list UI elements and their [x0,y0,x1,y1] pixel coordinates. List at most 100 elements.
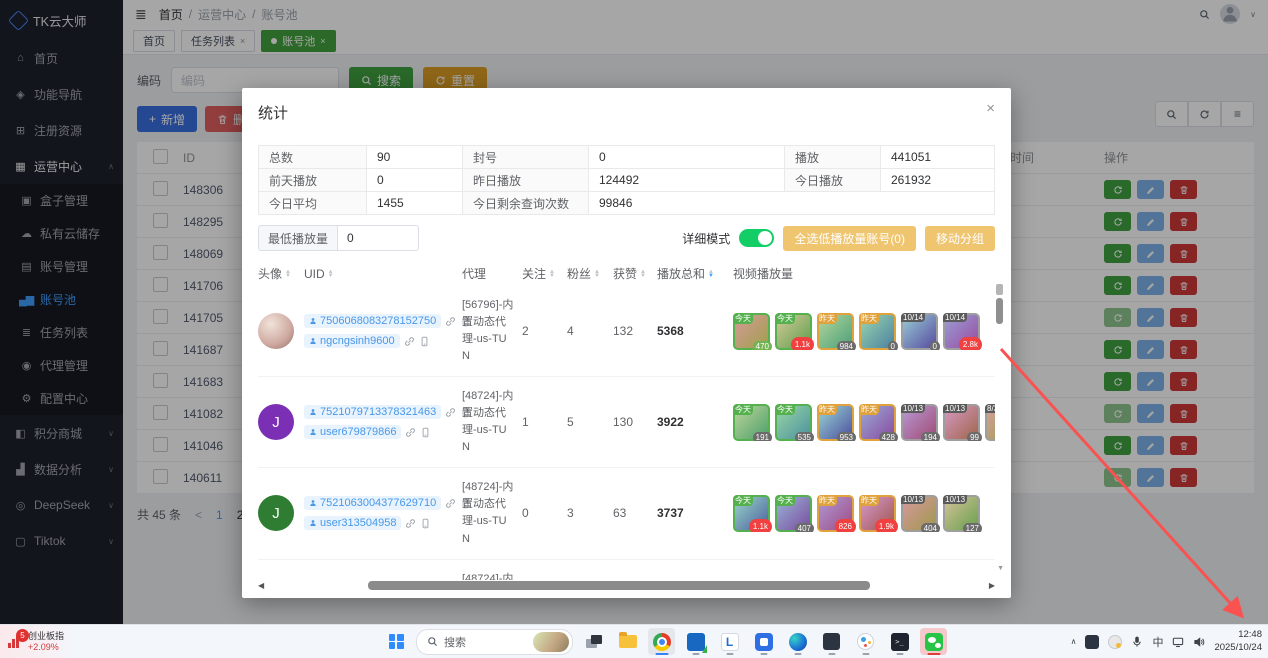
video-thumbnail[interactable]: 今天 191 [733,404,770,441]
video-thumbnail[interactable]: 昨天 428 [859,404,896,441]
link-icon[interactable] [445,407,456,418]
tray-app-icon[interactable] [1085,635,1099,649]
taskbar-app-file-explorer[interactable] [614,628,641,655]
select-low-play-button[interactable]: 全选低播放量账号(0) [783,226,916,251]
video-date-label: 10/13 [901,404,925,413]
sort-arrows-icon[interactable]: ▲▼ [594,270,600,278]
video-thumbnail[interactable]: 今天 407 [775,495,812,532]
close-icon[interactable]: × [986,100,995,117]
uid-chip[interactable]: 7521063004377629710 [304,496,441,510]
video-thumbnail[interactable]: 昨天 826 [817,495,854,532]
phone-icon[interactable] [419,336,430,347]
link-icon[interactable] [405,427,416,438]
taskbar-app-remote-desktop[interactable] [682,628,709,655]
column-header[interactable]: UID▲▼ [304,267,462,281]
sort-arrows-icon[interactable]: ▲▼ [328,270,334,278]
following-cell: 0 [522,506,567,520]
scroll-left-icon[interactable]: ◀ [258,581,264,590]
stat-value: 90 [367,146,463,169]
video-thumbnail[interactable]: 今天 535 [775,404,812,441]
link-icon[interactable] [405,518,416,529]
scroll-right-icon[interactable]: ▶ [989,581,995,590]
video-thumbnail[interactable]: 10/13 404 [901,495,938,532]
stock-change: +2.09% [28,642,64,653]
likes-cell: 63 [613,506,657,520]
ime-indicator[interactable]: 中 [1152,634,1163,650]
taskbar-search-input[interactable]: 搜索 [416,629,573,655]
column-header[interactable]: 粉丝▲▼ [567,265,613,282]
video-thumbnail[interactable]: 10/13 99 [943,404,980,441]
taskbar-app-terminal[interactable]: >_ [886,628,913,655]
taskbar-app-wechat[interactable] [920,628,947,655]
video-play-count: 1.1k [749,519,772,532]
column-header[interactable]: 关注▲▼ [522,265,567,282]
video-thumbnail[interactable]: 8/3 [985,404,995,441]
link-icon[interactable] [445,498,456,509]
sort-arrows-icon[interactable]: ▲▼ [708,270,714,278]
video-date-label: 昨天 [859,313,879,324]
video-thumbnail[interactable]: 昨天 0 [859,313,896,350]
stats-table-body: 总数90封号0播放441051前天播放0昨日播放124492今日播放261932… [259,146,995,215]
sort-arrows-icon[interactable]: ▲▼ [285,270,291,278]
video-thumbnail[interactable]: 10/13 127 [943,495,980,532]
phone-icon[interactable] [420,427,431,438]
detail-mode-toggle[interactable] [739,229,774,247]
column-header[interactable]: 头像▲▼ [258,265,304,282]
vertical-scrollbar-thumb[interactable] [996,298,1003,324]
video-thumbnail[interactable]: 10/14 2.8k [943,313,980,350]
taskbar-app-dark-app[interactable] [818,628,845,655]
video-date-label: 今天 [733,495,753,506]
taskbar-clock[interactable]: 12:48 2025/10/24 [1214,629,1262,654]
column-header[interactable]: 获赞▲▼ [613,265,657,282]
tray-status-icon[interactable] [1108,635,1122,649]
legal-app-icon: L [721,633,739,651]
taskbar-app-meeting-app[interactable] [750,628,777,655]
proxy-cell: [48724]-内置动态代理-us-TUN [462,571,522,580]
video-play-count: 984 [837,341,856,350]
display-icon[interactable] [1172,636,1184,648]
min-play-input[interactable]: 最低播放量 0 [258,225,419,251]
tray-chevron-up-icon[interactable]: ∧ [1071,637,1077,646]
scroll-down-icon[interactable]: ▼ [997,565,1004,572]
widgets-button[interactable]: 5 创业板指 +2.09% [0,625,76,658]
video-date-label: 今天 [775,313,795,324]
video-play-count: 127 [963,523,982,532]
horizontal-scrollbar-thumb[interactable] [368,581,870,590]
vertical-scrollbar-button[interactable] [996,284,1003,295]
phone-icon[interactable] [420,518,431,529]
stock-name: 创业板指 [28,631,64,642]
taskbar-app-task-view[interactable] [580,628,607,655]
video-thumbnail[interactable]: 昨天 953 [817,404,854,441]
uid-chip[interactable]: 7521079713378321463 [304,405,441,419]
link-icon[interactable] [404,336,415,347]
taskbar-app-chrome[interactable] [648,628,675,655]
sort-arrows-icon[interactable]: ▲▼ [640,270,646,278]
video-thumbnail[interactable]: 10/13 194 [901,404,938,441]
column-header[interactable]: 播放总和▲▼ [657,265,733,282]
avatar[interactable] [258,313,294,349]
video-thumbnail[interactable]: 昨天 984 [817,313,854,350]
microphone-icon[interactable] [1131,636,1143,648]
video-date-label: 今天 [775,404,795,415]
video-thumbnail[interactable]: 今天 1.1k [775,313,812,350]
likes-cell: 130 [613,415,657,429]
avatar[interactable]: J [258,404,294,440]
uid-chip[interactable]: 7506068083278152750 [304,314,441,328]
search-icon [427,636,438,647]
username-chip[interactable]: user313504958 [304,516,401,530]
video-thumbnail[interactable]: 今天 470 [733,313,770,350]
video-thumbnail[interactable]: 今天 1.1k [733,495,770,532]
video-thumbnail[interactable]: 昨天 1.9k [859,495,896,532]
link-icon[interactable] [445,316,456,327]
sort-arrows-icon[interactable]: ▲▼ [549,270,555,278]
start-button[interactable] [383,629,409,655]
username-chip[interactable]: user679879866 [304,425,401,439]
taskbar-app-edge[interactable] [784,628,811,655]
move-group-button[interactable]: 移动分组 [925,226,995,251]
taskbar-app-legal-app[interactable]: L [716,628,743,655]
video-thumbnail[interactable]: 10/14 0 [901,313,938,350]
username-chip[interactable]: ngcngsinh9600 [304,334,400,348]
taskbar-app-rings-app[interactable] [852,628,879,655]
speaker-icon[interactable] [1193,636,1205,648]
avatar[interactable]: J [258,495,294,531]
